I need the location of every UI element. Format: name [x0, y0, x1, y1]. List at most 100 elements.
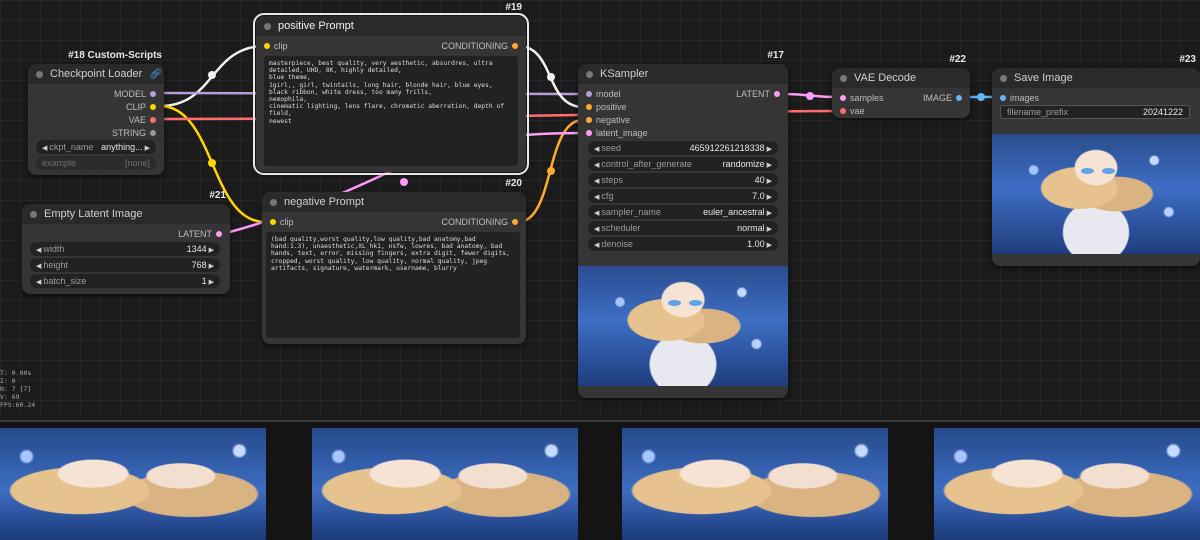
- output-label: CONDITIONING: [441, 41, 509, 51]
- height-stepper[interactable]: height 768: [30, 258, 220, 272]
- input-latent-image[interactable]: latent_image: [582, 127, 648, 139]
- gallery-thumbnail[interactable]: [312, 428, 578, 540]
- input-clip[interactable]: clip: [266, 216, 294, 228]
- socket[interactable]: [150, 91, 156, 97]
- socket[interactable]: [512, 43, 518, 49]
- output-latent[interactable]: LATENT: [736, 88, 784, 100]
- node-badge: #23: [1179, 54, 1196, 65]
- output-conditioning[interactable]: CONDITIONING: [442, 216, 523, 228]
- widget-value: randomize: [723, 159, 772, 169]
- link-positive: [517, 44, 584, 109]
- image-gallery[interactable]: [0, 420, 1200, 540]
- node-badge: #18 Custom-Scripts: [68, 50, 162, 61]
- input-label: images: [1010, 93, 1040, 103]
- scheduler-combo[interactable]: scheduler normal: [588, 221, 778, 235]
- collapse-dot[interactable]: [1000, 74, 1007, 82]
- positive-prompt-textarea[interactable]: masterpiece, best quality, very aestheti…: [264, 56, 518, 166]
- input-label: clip: [280, 217, 294, 227]
- negative-prompt-textarea[interactable]: (bad quality,worst quality,low quality,b…: [266, 232, 520, 338]
- socket[interactable]: [1000, 95, 1006, 101]
- save-image-preview: [992, 134, 1200, 254]
- vae-decode-node[interactable]: #22 VAE Decode samples vae IMAGE: [832, 54, 970, 118]
- widget-value: 40: [755, 175, 772, 185]
- output-image[interactable]: IMAGE: [923, 92, 966, 104]
- socket[interactable]: [586, 117, 592, 123]
- output-label: CLIP: [125, 102, 146, 112]
- collapse-dot[interactable]: [586, 70, 593, 78]
- input-clip[interactable]: clip: [260, 40, 288, 52]
- node-header[interactable]: negative Prompt: [262, 192, 526, 212]
- node-badge: #19: [505, 2, 522, 13]
- collapse-dot[interactable]: [36, 70, 43, 78]
- seed-stepper[interactable]: seed 465912261218338: [588, 141, 778, 155]
- collapse-dot[interactable]: [270, 198, 277, 206]
- input-images[interactable]: images: [996, 92, 1039, 104]
- node-header[interactable]: Checkpoint Loader 🔗︎: [28, 64, 164, 84]
- output-model[interactable]: MODEL: [114, 88, 160, 100]
- socket[interactable]: [264, 43, 270, 49]
- link-icon: 🔗︎: [149, 68, 163, 80]
- node-header[interactable]: positive Prompt: [256, 16, 526, 36]
- node-badge: #21: [209, 190, 226, 201]
- input-label: clip: [274, 41, 288, 51]
- socket[interactable]: [270, 219, 276, 225]
- node-title: VAE Decode: [854, 72, 917, 84]
- node-header[interactable]: Empty Latent Image: [22, 204, 230, 224]
- socket[interactable]: [840, 95, 846, 101]
- node-title: KSampler: [600, 68, 649, 80]
- node-header[interactable]: VAE Decode: [832, 68, 970, 88]
- socket[interactable]: [216, 231, 222, 237]
- example-combo[interactable]: example [none]: [36, 156, 156, 170]
- input-negative[interactable]: negative: [582, 114, 630, 126]
- steps-stepper[interactable]: steps 40: [588, 173, 778, 187]
- positive-prompt-node[interactable]: #19 positive Prompt clip CONDITIONING ma…: [253, 2, 529, 175]
- collapse-dot[interactable]: [264, 22, 271, 30]
- socket[interactable]: [586, 104, 592, 110]
- widget-label: filename_prefix: [1007, 107, 1069, 117]
- node-title: Checkpoint Loader: [50, 68, 143, 80]
- denoise-stepper[interactable]: denoise 1.00: [588, 237, 778, 251]
- batch-size-stepper[interactable]: batch_size 1: [30, 274, 220, 288]
- socket[interactable]: [956, 95, 962, 101]
- output-vae[interactable]: VAE: [129, 114, 160, 126]
- input-positive[interactable]: positive: [582, 101, 627, 113]
- input-samples[interactable]: samples: [836, 92, 884, 104]
- input-model[interactable]: model: [582, 88, 621, 100]
- socket[interactable]: [150, 104, 156, 110]
- gallery-thumbnail[interactable]: [622, 428, 888, 540]
- output-label: LATENT: [178, 229, 212, 239]
- output-latent[interactable]: LATENT: [178, 228, 226, 240]
- input-vae[interactable]: vae: [836, 105, 865, 117]
- node-graph-canvas[interactable]: #18 Custom-Scripts Checkpoint Loader 🔗︎ …: [0, 0, 1200, 420]
- output-string[interactable]: STRING: [112, 127, 160, 139]
- node-header[interactable]: Save Image: [992, 68, 1200, 88]
- output-conditioning[interactable]: CONDITIONING: [442, 40, 523, 52]
- width-stepper[interactable]: width 1344: [30, 242, 220, 256]
- socket[interactable]: [840, 108, 846, 114]
- socket[interactable]: [774, 91, 780, 97]
- node-header[interactable]: KSampler: [578, 64, 788, 84]
- sampler-name-combo[interactable]: sampler_name euler_ancestral: [588, 205, 778, 219]
- ksampler-node[interactable]: #17 KSampler model positive negative lat…: [578, 50, 788, 398]
- checkpoint-loader-node[interactable]: #18 Custom-Scripts Checkpoint Loader 🔗︎ …: [28, 50, 164, 175]
- gallery-thumbnail[interactable]: [934, 428, 1200, 540]
- control-after-generate-combo[interactable]: control_after_generate randomize: [588, 157, 778, 171]
- output-clip[interactable]: CLIP: [126, 101, 160, 113]
- gallery-thumbnail[interactable]: [0, 428, 266, 540]
- collapse-dot[interactable]: [840, 74, 847, 82]
- negative-prompt-node[interactable]: #20 negative Prompt clip CONDITIONING (b…: [262, 178, 526, 344]
- input-label: samples: [850, 93, 884, 103]
- socket[interactable]: [586, 130, 592, 136]
- socket[interactable]: [150, 130, 156, 136]
- socket[interactable]: [512, 219, 518, 225]
- widget-value: 768: [192, 260, 214, 270]
- cfg-stepper[interactable]: cfg 7.0: [588, 189, 778, 203]
- stat-line: N: 7 [7]: [0, 385, 32, 393]
- filename-prefix-field[interactable]: filename_prefix 20241222: [1000, 105, 1190, 119]
- socket[interactable]: [586, 91, 592, 97]
- empty-latent-image-node[interactable]: #21 Empty Latent Image LATENT width1344 …: [22, 190, 230, 294]
- socket[interactable]: [150, 117, 156, 123]
- save-image-node[interactable]: #23 Save Image images filename_prefix 202…: [992, 54, 1200, 266]
- ckpt-name-combo[interactable]: ckpt_name anything...: [36, 140, 156, 154]
- collapse-dot[interactable]: [30, 210, 37, 218]
